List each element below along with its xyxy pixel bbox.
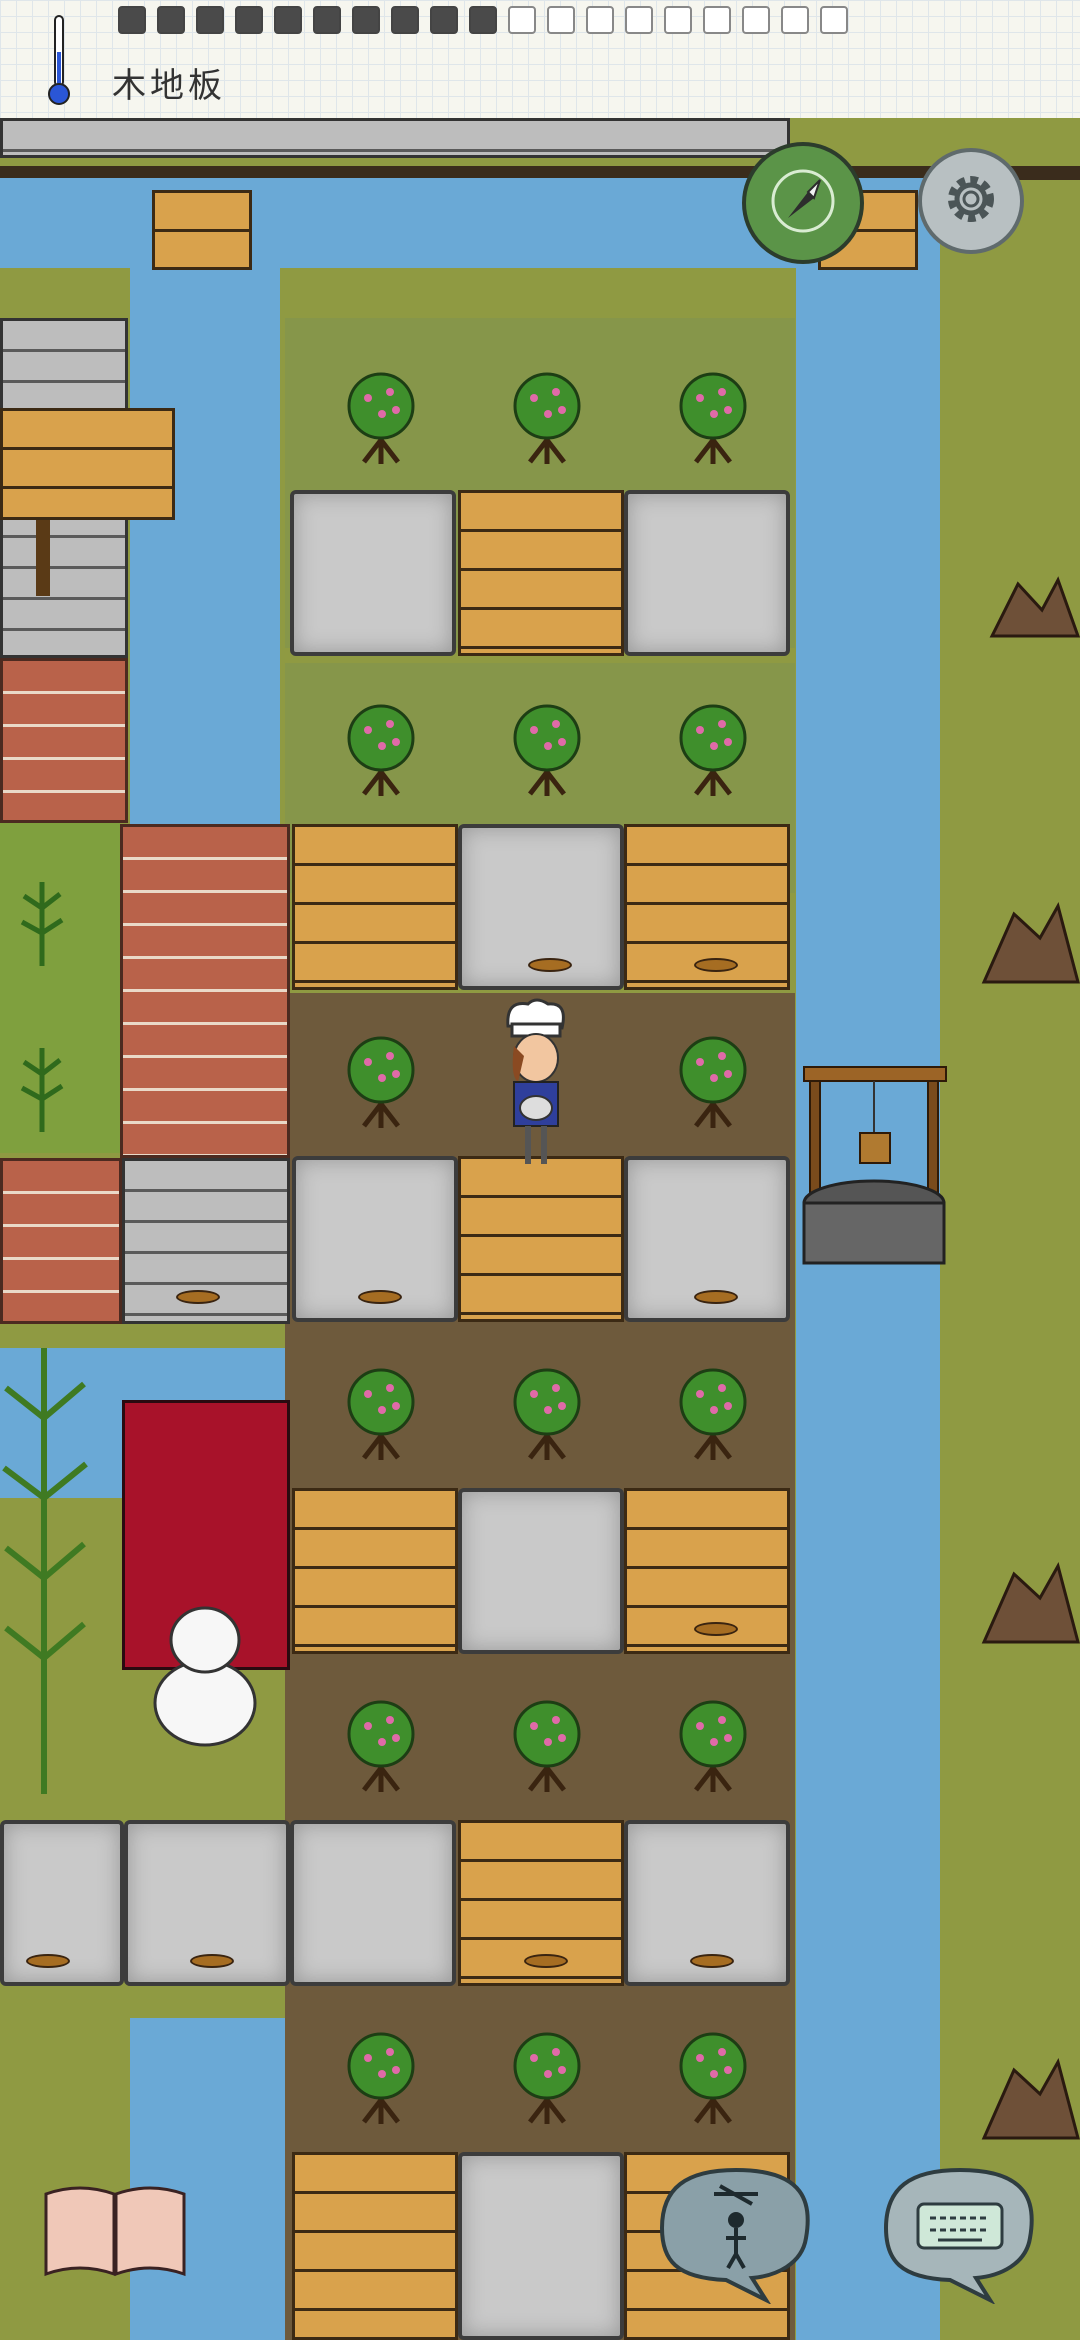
stone-floor-tile[interactable] xyxy=(290,1820,456,1986)
keyboard-chat-button[interactable] xyxy=(880,2164,1040,2306)
recipe-book-button[interactable] xyxy=(40,2180,190,2280)
gooseberry-bush[interactable] xyxy=(344,1698,418,1794)
seed-item[interactable] xyxy=(190,1954,234,1968)
top-status-bar: 木地板 xyxy=(0,0,1080,120)
wood-floor-tile[interactable] xyxy=(458,1156,624,1322)
stone-floor-tile[interactable] xyxy=(458,1488,624,1654)
wood-floor-tile[interactable] xyxy=(292,2152,458,2340)
thermometer-icon xyxy=(42,12,76,108)
snowman[interactable] xyxy=(150,1598,260,1748)
compass-button[interactable] xyxy=(742,142,864,264)
food-pip-filled xyxy=(352,6,380,34)
stone-floor-tile[interactable] xyxy=(458,2152,624,2340)
corn-sprout[interactable] xyxy=(20,878,64,968)
corn-sprout[interactable] xyxy=(20,1044,64,1134)
keyboard-chat-icon xyxy=(880,2167,1040,2308)
sign-post xyxy=(36,520,50,596)
player-character-chef[interactable] xyxy=(488,996,584,1172)
food-pip-empty xyxy=(703,6,731,34)
settings-button[interactable] xyxy=(918,148,1024,254)
gooseberry-bush[interactable] xyxy=(676,702,750,798)
food-pip-filled xyxy=(118,6,146,34)
gooseberry-bush[interactable] xyxy=(676,2030,750,2126)
food-pip-filled xyxy=(157,6,185,34)
gooseberry-bush[interactable] xyxy=(344,2030,418,2126)
seed-item[interactable] xyxy=(694,1622,738,1636)
brick-wall xyxy=(0,1158,122,1324)
food-meter xyxy=(118,6,848,42)
stone-wall xyxy=(0,118,790,158)
gooseberry-bush[interactable] xyxy=(510,370,584,466)
food-pip-empty xyxy=(820,6,848,34)
food-pip-filled xyxy=(430,6,458,34)
gooseberry-bush[interactable] xyxy=(344,370,418,466)
water-well[interactable] xyxy=(800,1063,950,1273)
wooden-sign[interactable] xyxy=(0,408,175,520)
seed-item[interactable] xyxy=(176,1290,220,1304)
game-world[interactable] xyxy=(0,118,1080,2340)
rock-pile[interactable] xyxy=(980,1558,1080,1648)
food-pip-filled xyxy=(196,6,224,34)
gooseberry-bush[interactable] xyxy=(676,370,750,466)
food-pip-empty xyxy=(781,6,809,34)
seed-item[interactable] xyxy=(690,1954,734,1968)
gear-icon xyxy=(939,167,1003,235)
brick-wall xyxy=(0,658,128,823)
wood-floor-tile[interactable] xyxy=(458,490,624,656)
food-pip-filled xyxy=(469,6,497,34)
gooseberry-bush[interactable] xyxy=(510,2030,584,2126)
compass-icon xyxy=(768,166,838,240)
gooseberry-bush[interactable] xyxy=(510,1698,584,1794)
gooseberry-bush[interactable] xyxy=(676,1698,750,1794)
food-pip-filled xyxy=(391,6,419,34)
puppet-emote-icon xyxy=(656,2167,816,2308)
food-pip-filled xyxy=(274,6,302,34)
brick-wall xyxy=(120,824,290,1158)
gooseberry-bush[interactable] xyxy=(510,1366,584,1462)
food-pip-empty xyxy=(586,6,614,34)
gooseberry-bush[interactable] xyxy=(510,702,584,798)
water-channel-bottom xyxy=(130,2018,290,2340)
stone-floor-tile[interactable] xyxy=(624,490,790,656)
emote-puppet-button[interactable] xyxy=(656,2164,816,2306)
wood-floor-tile[interactable] xyxy=(292,824,458,990)
seed-item[interactable] xyxy=(694,958,738,972)
food-pip-empty xyxy=(664,6,692,34)
seed-item[interactable] xyxy=(694,1290,738,1304)
gooseberry-bush[interactable] xyxy=(344,702,418,798)
hovered-tile-label: 木地板 xyxy=(112,66,226,106)
stone-floor-tile[interactable] xyxy=(290,490,456,656)
rock-pile[interactable] xyxy=(980,898,1080,988)
food-pip-empty xyxy=(742,6,770,34)
rock-pile[interactable] xyxy=(980,2054,1080,2144)
tall-corn-plant[interactable] xyxy=(0,1338,90,1798)
gooseberry-bush[interactable] xyxy=(676,1034,750,1130)
wood-floor-tile[interactable] xyxy=(292,1488,458,1654)
gooseberry-bush[interactable] xyxy=(676,1366,750,1462)
food-pip-empty xyxy=(547,6,575,34)
seed-item[interactable] xyxy=(358,1290,402,1304)
wooden-bridge xyxy=(152,190,252,270)
food-pip-filled xyxy=(313,6,341,34)
gooseberry-bush[interactable] xyxy=(344,1366,418,1462)
food-pip-empty xyxy=(508,6,536,34)
food-pip-empty xyxy=(625,6,653,34)
recipe-book-icon xyxy=(40,2186,190,2284)
seed-item[interactable] xyxy=(524,1954,568,1968)
gooseberry-bush[interactable] xyxy=(344,1034,418,1130)
seed-item[interactable] xyxy=(26,1954,70,1968)
food-pip-filled xyxy=(235,6,263,34)
seed-item[interactable] xyxy=(528,958,572,972)
rock-pile[interactable] xyxy=(988,570,1080,642)
